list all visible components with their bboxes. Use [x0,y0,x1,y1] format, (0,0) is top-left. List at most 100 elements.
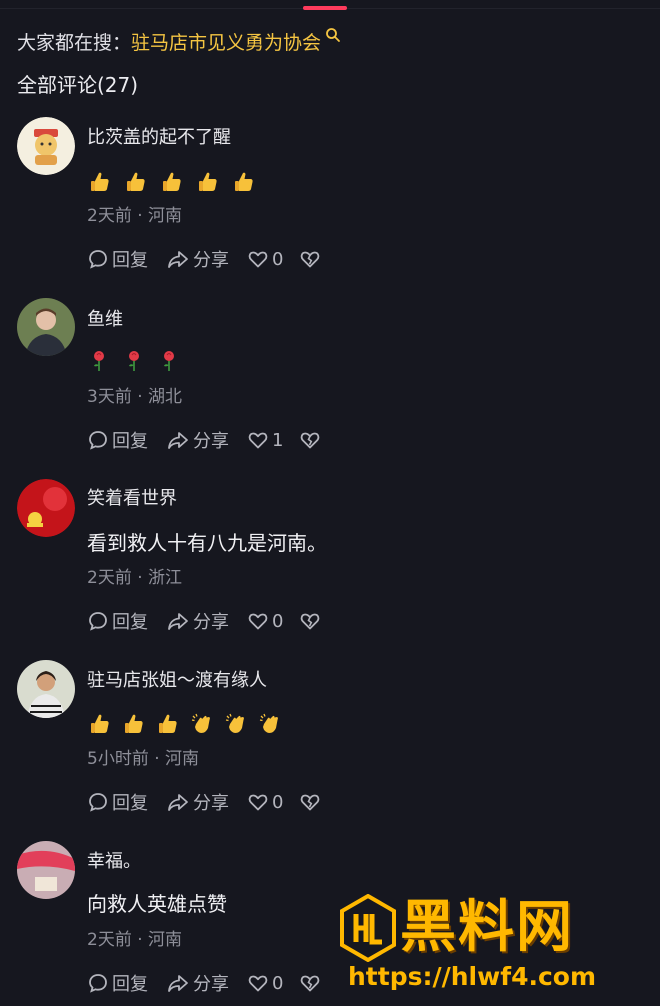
share-button[interactable]: 分享 [166,246,229,272]
comments-count-title: 全部评论(27) [17,73,139,97]
thumbs-up-icon [235,172,253,191]
like-button[interactable]: 0 [247,610,283,632]
like-count: 0 [272,610,284,632]
rose-icon [94,351,104,371]
comment-emoji-content [88,712,282,736]
dislike-button[interactable] [299,972,324,994]
share-label: 分享 [193,974,229,995]
like-count: 0 [272,791,284,813]
heart-icon [248,613,268,630]
comment-meta: 2天前 · 河南 [87,930,183,950]
reply-button[interactable]: 回复 [87,970,148,996]
clap-icon [191,713,210,733]
broken-heart-icon [301,432,320,449]
dislike-button[interactable] [299,429,324,451]
share-label: 分享 [193,612,229,633]
share-label: 分享 [193,431,229,452]
broken-heart-icon [301,613,320,630]
comment-meta: 2天前 · 浙江 [87,568,183,588]
reply-icon [89,793,107,812]
comment-emoji-content [88,349,180,373]
like-count: 0 [272,972,284,994]
comment-meta: 5小时前 · 河南 [87,749,200,769]
share-label: 分享 [193,793,229,814]
watermark-brand: 黑料网 [400,895,574,960]
heart-icon [248,251,268,268]
reply-button[interactable]: 回复 [87,246,148,272]
share-label: 分享 [193,250,229,271]
comment-username[interactable]: 笑着看世界 [87,486,177,512]
share-icon [168,613,188,630]
like-button[interactable]: 0 [247,248,283,270]
thumbs-up-icon [91,714,109,733]
like-button[interactable]: 1 [247,429,283,451]
reply-label: 回复 [112,974,148,995]
thumbs-up-icon [199,172,217,191]
comment-username[interactable]: 驻马店张姐～渡有缘人 [87,668,267,694]
comment-username[interactable]: 比茨盖的起不了醒 [87,125,231,151]
watermark-url: https://hlwf4.com [348,962,597,991]
comment-meta: 2天前 · 河南 [87,206,183,226]
active-tab-indicator [303,6,347,10]
share-button[interactable]: 分享 [166,789,229,815]
clap-icon [225,713,244,733]
comment-username[interactable]: 幸福。 [87,849,141,875]
comment-actions: 回复 分享 0 [87,608,342,634]
share-icon [168,975,188,992]
avatar[interactable] [17,841,75,899]
share-button[interactable]: 分享 [166,427,229,453]
broken-heart-icon [301,975,320,992]
comment-actions: 回复 分享 0 [87,789,342,815]
dislike-button[interactable] [299,610,324,632]
like-button[interactable]: 0 [247,972,283,994]
reply-button[interactable]: 回复 [87,427,148,453]
dislike-button[interactable] [299,248,324,270]
reply-icon [89,250,107,269]
comment-username[interactable]: 鱼维 [87,307,123,333]
thumbs-up-icon [91,172,109,191]
rose-icon [129,351,139,371]
reply-label: 回复 [112,250,148,271]
share-button[interactable]: 分享 [166,970,229,996]
watermark: 黑料网 https://hlwf4.com [338,894,648,998]
reply-button[interactable]: 回复 [87,789,148,815]
reply-label: 回复 [112,612,148,633]
thumbs-up-icon [125,714,143,733]
broken-heart-icon [301,794,320,811]
dislike-button[interactable] [299,791,324,813]
avatar[interactable] [17,660,75,718]
comment-meta: 3天前 · 湖北 [87,387,183,407]
comment-text: 向救人英雄点赞 [87,892,227,916]
avatar[interactable] [17,479,75,537]
like-count: 0 [272,248,284,270]
comment-emoji-content [88,170,256,194]
comment-actions: 回复 分享 0 [87,246,342,272]
share-icon [168,251,188,268]
clap-icon [259,713,278,733]
comment-actions: 回复 分享 1 [87,427,342,453]
avatar[interactable] [17,298,75,356]
watermark-logo-icon [340,894,396,962]
rose-icon [164,351,174,371]
like-button[interactable]: 0 [247,791,283,813]
thumbs-up-icon [159,714,177,733]
heart-icon [248,794,268,811]
thumbs-up-icon [163,172,181,191]
reply-icon [89,974,107,993]
search-suggestion-term[interactable]: 驻马店市见义勇为协会 [131,30,321,56]
share-icon [168,432,188,449]
search-suggestion-label: 大家都在搜： [17,32,132,54]
comment-text: 看到救人十有八九是河南。 [87,531,327,555]
reply-label: 回复 [112,793,148,814]
share-icon [168,794,188,811]
reply-button[interactable]: 回复 [87,608,148,634]
heart-icon [248,432,268,449]
search-suggestion[interactable]: 大家都在搜： 驻马店市见义勇为协会 [17,27,341,56]
comment-actions: 回复 分享 0 [87,970,342,996]
reply-icon [89,612,107,631]
search-icon[interactable] [325,27,341,43]
broken-heart-icon [301,251,320,268]
avatar[interactable] [17,117,75,175]
reply-icon [89,431,107,450]
share-button[interactable]: 分享 [166,608,229,634]
